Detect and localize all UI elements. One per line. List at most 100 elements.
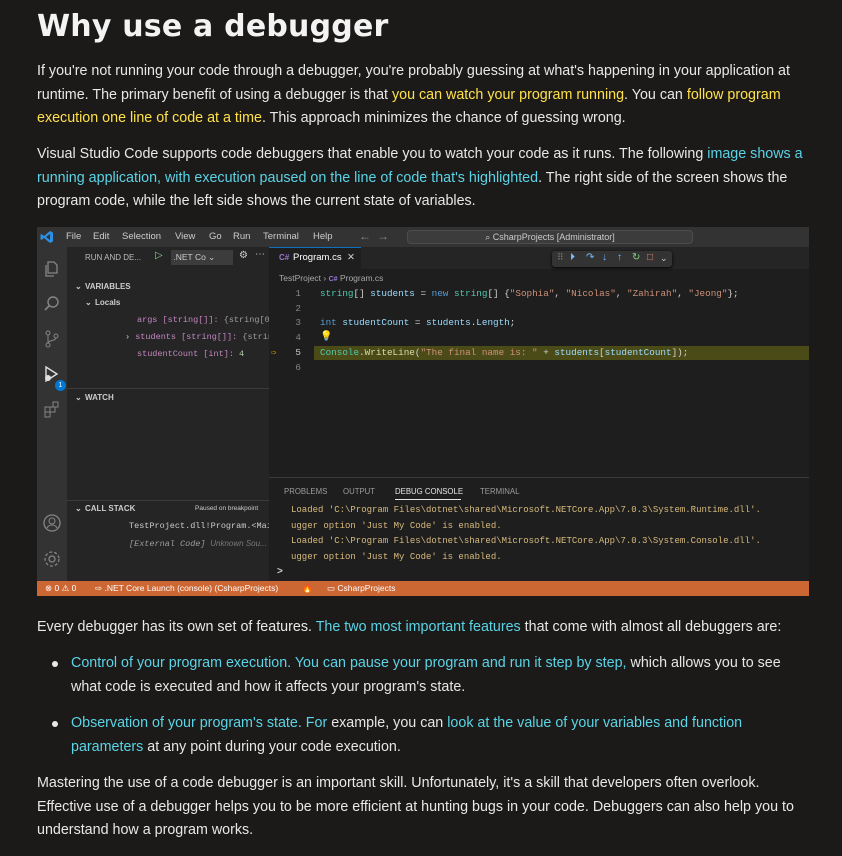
console-prompt[interactable]: > xyxy=(277,566,283,577)
code-token: students xyxy=(370,288,415,299)
menu-run[interactable]: Run xyxy=(233,227,250,247)
tab-program-cs[interactable]: C# Program.cs ✕ xyxy=(269,247,361,269)
code-line-1[interactable]: 1 string[] students = new string[] {"Soph… xyxy=(269,287,809,301)
code-token: + xyxy=(537,347,555,358)
stop-icon[interactable]: □ xyxy=(647,252,653,263)
error-icon: ⊗ xyxy=(45,583,53,593)
code-token: "Zahirah" xyxy=(626,288,678,299)
code-token: Console xyxy=(320,347,360,358)
menu-terminal[interactable]: Terminal xyxy=(263,227,299,247)
code-token: , xyxy=(554,288,566,299)
nav-back-forward-icon[interactable]: ←→ xyxy=(359,229,395,243)
debug-settings-gear-icon[interactable]: ⚙ xyxy=(239,250,248,261)
debug-sidebar: RUN AND DE... ▷ .NET Co ⌄ ⚙ ⋯ ⌄ VARIABLES… xyxy=(67,247,298,581)
command-center[interactable]: ⌕ CsharpProjects [Administrator] xyxy=(407,230,693,244)
code-line-3[interactable]: 3 int studentCount = students.Length; xyxy=(269,316,809,330)
breadcrumb-file[interactable]: Program.cs xyxy=(340,273,383,283)
code-editor: C# Program.cs ✕ ⠿ ⏵ ↷ ↓ ↑ ↻ □ ⌄ TestProj… xyxy=(269,247,809,477)
bottom-panel: PROBLEMS OUTPUT DEBUG CONSOLE TERMINAL L… xyxy=(269,477,809,582)
code-token: "Sophia" xyxy=(509,288,555,299)
list-item: Observation of your program's state. For… xyxy=(37,712,809,759)
chevron-down-icon: ⌄ xyxy=(205,252,216,262)
tab-problems[interactable]: PROBLEMS xyxy=(284,487,327,496)
code-token: studentCount xyxy=(604,347,672,358)
search-view-icon[interactable] xyxy=(42,294,62,314)
flame-icon[interactable]: 🔥 xyxy=(302,581,313,596)
features-list: Control of your program execution. You c… xyxy=(37,652,809,759)
code-token: "Jeong" xyxy=(688,288,728,299)
account-icon[interactable] xyxy=(42,513,62,533)
menu-view[interactable]: View xyxy=(175,227,195,247)
variable-studentcount[interactable]: studentCount [int]: 4 xyxy=(137,349,244,359)
intro-paragraph: If you're not running your code through … xyxy=(37,63,790,126)
code-token: string xyxy=(320,288,354,299)
code-token: }; xyxy=(727,288,739,299)
step-into-icon[interactable]: ↓ xyxy=(602,252,607,263)
highlight-watch-program: you can watch your program running xyxy=(391,86,625,103)
extensions-icon[interactable] xyxy=(42,399,62,419)
chevron-down-icon[interactable]: ⌄ xyxy=(660,253,668,264)
code-token: , xyxy=(615,288,627,299)
launch-status[interactable]: ⇨ .NET Core Launch (console) (CsharpProj… xyxy=(95,581,278,596)
title-bar: File Edit Selection View Go Run Terminal… xyxy=(37,227,809,247)
menu-go[interactable]: Go xyxy=(209,227,222,247)
status-bar: ⊗ 0 ⚠ 0 ⇨ .NET Core Launch (console) (Cs… xyxy=(37,581,809,596)
lightbulb-icon[interactable]: 💡 xyxy=(320,331,332,345)
start-debugging-icon[interactable]: ▷ xyxy=(155,250,163,261)
code-token: "The final name is: " xyxy=(420,347,538,358)
console-line: ugger option 'Just My Code' is enabled. xyxy=(291,552,502,562)
callstack-frame[interactable]: [External Code] Unknown Sou... xyxy=(129,538,267,549)
activity-bar: 1 xyxy=(37,247,67,581)
explorer-icon[interactable] xyxy=(42,259,62,279)
code-token: students xyxy=(426,317,471,328)
code-token: Length xyxy=(476,317,510,328)
menu-file[interactable]: File xyxy=(66,227,81,247)
launch-config-select[interactable]: .NET Co ⌄ xyxy=(171,250,233,265)
source-control-icon[interactable] xyxy=(42,329,62,349)
code-token: ; xyxy=(509,317,516,328)
divider xyxy=(67,500,269,501)
page-title: Why use a debugger xyxy=(37,9,389,44)
tab-terminal[interactable]: TERMINAL xyxy=(480,487,519,496)
chevron-down-icon: ⌄ xyxy=(75,504,82,513)
chevron-down-icon: ⌄ xyxy=(75,282,82,291)
restart-icon[interactable]: ↻ xyxy=(632,252,640,263)
folder-icon: ▭ xyxy=(327,583,338,593)
article-page: Why use a debugger If you're not running… xyxy=(0,0,842,856)
folder-status[interactable]: ▭ CsharpProjects xyxy=(327,581,396,596)
breadcrumb-project[interactable]: TestProject xyxy=(279,273,321,283)
code-line-4[interactable]: 4 💡 xyxy=(269,331,809,345)
warning-icon: ⚠ xyxy=(61,583,70,593)
tab-debug-console[interactable]: DEBUG CONSOLE xyxy=(395,487,463,496)
more-actions-icon[interactable]: ⋯ xyxy=(255,249,265,260)
code-line-2[interactable]: 2 xyxy=(269,302,809,316)
code-line-6[interactable]: 6 xyxy=(269,361,809,375)
search-icon: ⌕ xyxy=(485,232,493,242)
callstack-status: Paused on breakpoint xyxy=(195,505,259,512)
code-line-5[interactable]: ⇨ 5 Console.WriteLine("The final name is: … xyxy=(269,346,809,360)
console-line: Loaded 'C:\Program Files\dotnet\shared\M… xyxy=(291,505,761,515)
problems-status[interactable]: ⊗ 0 ⚠ 0 xyxy=(45,581,76,596)
code-token: = xyxy=(414,288,432,299)
tab-output[interactable]: OUTPUT xyxy=(343,487,375,496)
variable-args[interactable]: args [string[]]: {string[0]} xyxy=(137,315,280,325)
code-token: [] { xyxy=(487,288,510,299)
code-token: int xyxy=(320,317,337,328)
menu-help[interactable]: Help xyxy=(313,227,333,247)
menu-edit[interactable]: Edit xyxy=(93,227,109,247)
step-out-icon[interactable]: ↑ xyxy=(617,252,622,263)
chevron-down-icon: ⌄ xyxy=(75,393,82,402)
step-over-icon[interactable]: ↷ xyxy=(586,252,594,263)
console-line: Loaded 'C:\Program Files\dotnet\shared\M… xyxy=(291,536,761,546)
csharp-file-icon: C# xyxy=(328,276,338,283)
drag-handle-icon[interactable]: ⠿ xyxy=(557,252,564,263)
chevron-right-icon: › xyxy=(125,332,136,342)
code-token: [] xyxy=(353,288,371,299)
settings-gear-icon[interactable] xyxy=(42,549,62,569)
vscode-logo-icon xyxy=(40,231,53,243)
callstack-frame[interactable]: TestProject.dll!Program.<Main>$( xyxy=(129,521,292,531)
menu-selection[interactable]: Selection xyxy=(122,227,161,247)
continue-icon[interactable]: ⏵ xyxy=(570,252,575,263)
close-icon[interactable]: ✕ xyxy=(347,248,355,268)
chevron-down-icon: ⌄ xyxy=(85,298,92,307)
